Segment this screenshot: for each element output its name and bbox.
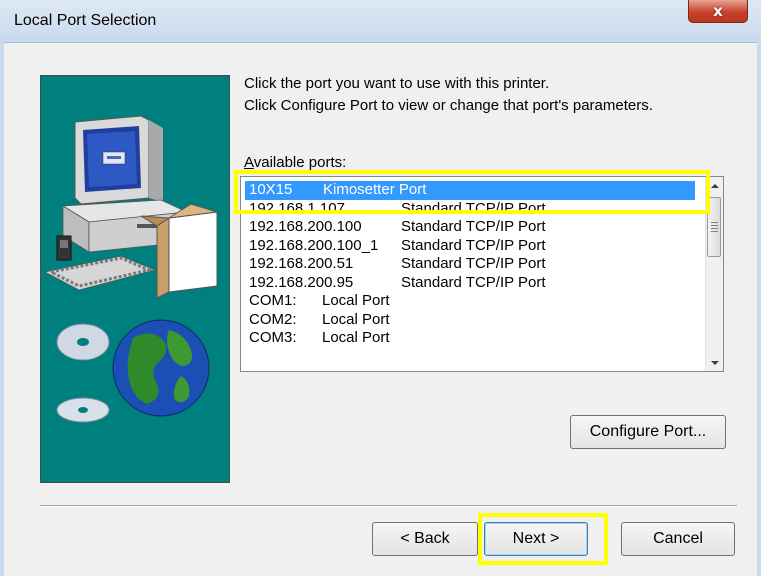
port-name: 192.168.200.100 [249, 218, 362, 235]
port-list-item[interactable]: COM3: Local Port [245, 329, 695, 348]
port-name: 192.168.200.100_1 [249, 236, 379, 254]
port-name: 192.168.200.51 [249, 255, 354, 272]
listbox-scrollbar[interactable] [705, 177, 723, 371]
wizard-illustration [40, 75, 230, 483]
title-bar[interactable]: Local Port Selection x [0, 0, 761, 43]
window-title: Local Port Selection [14, 12, 157, 29]
grip-line [711, 231, 718, 232]
cancel-button[interactable]: Cancel [621, 522, 735, 556]
ports-list: 10X15 Kimosetter Port 192.168.1.107 Standar… [245, 181, 695, 348]
port-description: Local Port [322, 292, 390, 309]
separator [40, 505, 737, 507]
ports-listbox[interactable]: 10X15 Kimosetter Port 192.168.1.107 Standar… [240, 176, 724, 372]
port-list-item[interactable]: 192.168.200.95 Standard TCP/IP Port [245, 274, 695, 293]
scroll-up-button[interactable] [706, 177, 723, 194]
port-description: Standard TCP/IP Port [401, 218, 546, 235]
window-frame-left [0, 42, 4, 576]
next-button[interactable]: Next > [484, 522, 588, 556]
local-port-selection-dialog: Local Port Selection x Click the port yo… [0, 0, 761, 576]
port-description: Kimosetter Port [323, 181, 427, 198]
chevron-up-icon [710, 183, 719, 188]
back-button[interactable]: < Back [372, 522, 478, 556]
port-list-item[interactable]: 10X15 Kimosetter Port [245, 181, 695, 200]
instruction-line-2: Click Configure Port to view or change t… [244, 97, 653, 114]
instructions: Click the port you want to use with this… [244, 73, 653, 117]
available-ports-label-mnemonic: A [244, 154, 254, 171]
port-list-item[interactable]: 192.168.200.51 Standard TCP/IP Port [245, 255, 695, 274]
port-name: 192.168.200.95 [249, 273, 354, 291]
port-name: 10X15 [249, 181, 293, 198]
port-list-item[interactable]: 192.168.200.100_1 Standard TCP/IP Port [245, 237, 695, 256]
configure-port-button[interactable]: Configure Port... [570, 415, 726, 449]
scroll-down-button[interactable] [706, 354, 723, 371]
instruction-line-1: Click the port you want to use with this… [244, 75, 550, 92]
computer-and-globe-icon [43, 115, 218, 423]
port-list-item[interactable]: COM1: Local Port [245, 292, 695, 311]
scroll-thumb[interactable] [707, 197, 721, 257]
port-description: Standard TCP/IP Port [401, 273, 546, 291]
port-name: COM3: [249, 329, 297, 346]
close-button[interactable]: x [688, 0, 748, 23]
grip-line [711, 222, 718, 223]
port-description: Standard TCP/IP Port [401, 236, 546, 254]
port-description: Local Port [322, 329, 390, 346]
port-name: COM1: [249, 292, 297, 309]
port-list-item[interactable]: COM2: Local Port [245, 311, 695, 330]
port-list-item[interactable]: 192.168.1.107 Standard TCP/IP Port [245, 200, 695, 219]
available-ports-label: Available ports: [244, 154, 346, 171]
close-icon: x [713, 2, 723, 20]
port-description: Standard TCP/IP Port [401, 199, 546, 217]
port-name: 192.168.1.107 [249, 199, 345, 217]
available-ports-label-text: vailable ports: [253, 154, 347, 171]
grip-line [711, 225, 718, 226]
window-frame-right [757, 42, 761, 576]
grip-line [711, 228, 718, 229]
port-name: COM2: [249, 310, 297, 328]
chevron-down-icon [710, 360, 719, 365]
port-description: Local Port [322, 310, 390, 328]
port-list-item[interactable]: 192.168.200.100 Standard TCP/IP Port [245, 218, 695, 237]
port-description: Standard TCP/IP Port [401, 255, 546, 272]
